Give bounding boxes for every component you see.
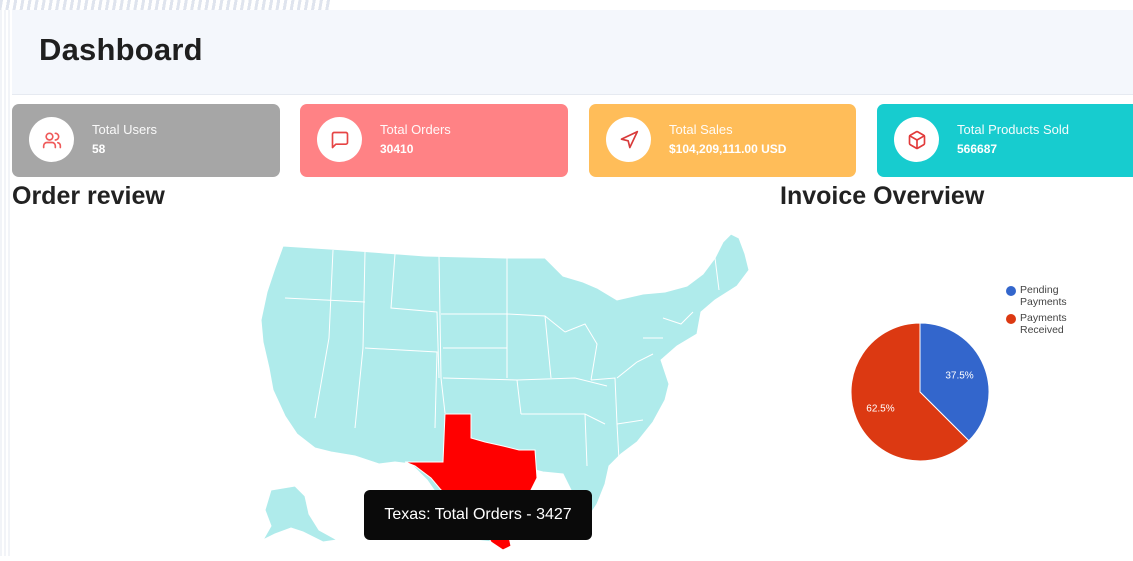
legend-item-pending-payments[interactable]: Pending Payments — [1006, 284, 1133, 308]
stat-value: $104,209,111.00 USD — [669, 142, 787, 156]
message-square-icon — [331, 131, 348, 148]
stat-card-total-sales[interactable]: Total Sales $104,209,111.00 USD — [589, 104, 856, 177]
stat-label: Total Products Sold — [957, 122, 1070, 137]
stat-label: Total Sales — [669, 122, 733, 137]
stat-card-total-orders[interactable]: Total Orders 30410 — [300, 104, 568, 177]
invoice-pie-chart[interactable]: 37.5% 62.5% — [840, 315, 1000, 475]
navigation-icon — [620, 130, 638, 148]
stat-card-total-products-sold[interactable]: Total Products Sold 566687 — [877, 104, 1133, 177]
box-icon — [908, 130, 925, 149]
page-title: Dashboard — [39, 32, 203, 67]
top-edge-decoration — [0, 0, 330, 10]
legend-label: Payments Received — [1020, 312, 1067, 336]
stat-label: Total Users — [92, 122, 158, 137]
invoice-overview-title: Invoice Overview — [780, 182, 985, 210]
stat-value: 58 — [92, 142, 106, 156]
stat-card-total-users[interactable]: Total Users 58 — [12, 104, 280, 177]
state-alaska[interactable] — [261, 485, 339, 543]
stat-value: 566687 — [957, 142, 998, 156]
order-review-title: Order review — [12, 182, 165, 210]
stat-icon-circle — [606, 117, 651, 162]
pie-slice-label: 62.5% — [866, 403, 894, 414]
stat-value: 30410 — [380, 142, 414, 156]
page-header: Dashboard — [12, 10, 1133, 95]
legend-item-payments-received[interactable]: Payments Received — [1006, 312, 1133, 336]
stat-icon-circle — [29, 117, 74, 162]
map-tooltip: Texas: Total Orders - 3427 — [364, 490, 592, 540]
page-edge-decoration — [0, 0, 12, 556]
legend-label: Pending Payments — [1020, 284, 1067, 308]
legend-dot — [1006, 286, 1016, 296]
legend-dot — [1006, 314, 1016, 324]
stat-label: Total Orders — [380, 122, 451, 137]
pie-legend: Pending Payments Payments Received — [1006, 284, 1133, 340]
stat-icon-circle — [894, 117, 939, 162]
users-icon — [42, 132, 61, 148]
pie-slice-label: 37.5% — [945, 371, 973, 382]
stat-icon-circle — [317, 117, 362, 162]
